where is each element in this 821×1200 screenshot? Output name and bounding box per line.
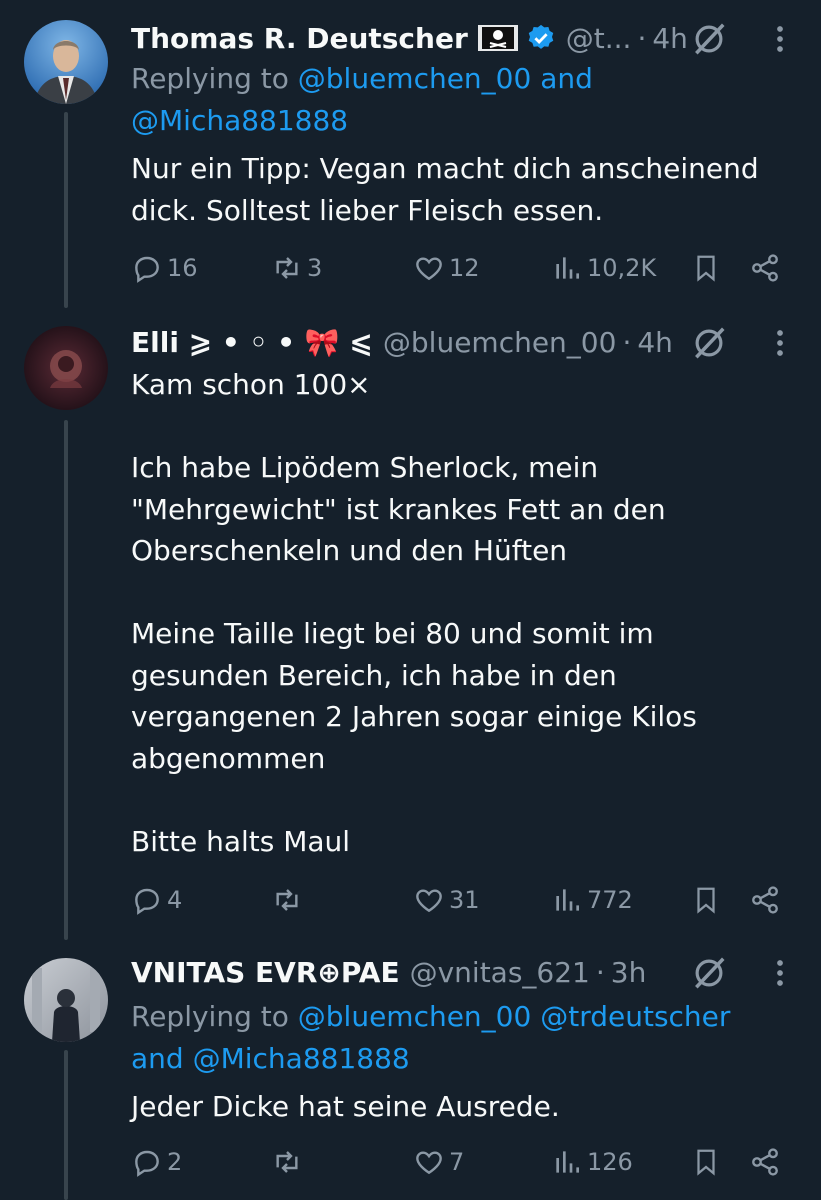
mention-link[interactable]: @trdeutscher	[540, 1000, 730, 1033]
tweet-text: Nur ein Tipp: Vegan macht dich anscheine…	[131, 152, 759, 227]
mention-link[interactable]: @Micha881888	[131, 104, 348, 137]
reply-button[interactable]: 16	[131, 248, 198, 288]
like-button[interactable]: 7	[413, 1142, 464, 1182]
separator-dot: ·	[595, 955, 605, 989]
author-name[interactable]: Elli ⩾ • ◦ • 🎀 ⩽	[131, 326, 373, 359]
timestamp[interactable]: 3h	[611, 956, 647, 989]
retweet-count: 3	[307, 254, 323, 282]
more-icon[interactable]	[774, 328, 786, 358]
action-bar: 4 31 772	[131, 880, 791, 920]
reply-button[interactable]: 2	[131, 1142, 182, 1182]
timestamp[interactable]: 4h	[652, 22, 688, 55]
verified-icon	[528, 24, 554, 49]
reply-button[interactable]: 4	[131, 880, 182, 920]
grok-icon[interactable]	[690, 324, 728, 362]
views-icon	[556, 1151, 579, 1173]
author-handle[interactable]: @vnitas_621	[410, 956, 590, 989]
like-count: 31	[449, 886, 480, 914]
reply-and: and	[131, 1042, 193, 1075]
mention-link[interactable]: @Micha881888	[193, 1042, 410, 1075]
bookmark-icon[interactable]	[691, 252, 721, 284]
tweet-text: Kam schon 100× Ich habe Lipödem Sherlock…	[131, 368, 697, 858]
like-icon	[416, 1151, 442, 1175]
reply-icon	[135, 888, 159, 915]
avatar[interactable]	[24, 958, 108, 1042]
author-handle[interactable]: @bluemchen_00	[383, 326, 617, 359]
separator-dot: ·	[637, 21, 647, 55]
like-icon	[416, 257, 442, 281]
timestamp[interactable]: 4h	[637, 326, 673, 359]
bookmark-icon[interactable]	[691, 1146, 721, 1178]
action-bar: 2 7 126	[131, 1142, 791, 1182]
retweet-button[interactable]: 3	[271, 248, 322, 288]
reply-icon	[135, 256, 159, 283]
avatar[interactable]	[24, 20, 108, 104]
reply-count: 4	[167, 886, 183, 914]
reply-prefix: Replying to	[131, 62, 298, 95]
reply-context: Replying to @bluemchen_00 and @Micha8818…	[131, 58, 761, 142]
view-count: 126	[587, 1148, 633, 1176]
views-button[interactable]: 10,2K	[551, 248, 656, 288]
bookmark-icon[interactable]	[691, 884, 721, 916]
reply-icon	[135, 1150, 159, 1177]
action-bar: 16 3 12 10,2K	[131, 248, 791, 288]
views-icon	[556, 257, 579, 279]
grok-icon[interactable]	[690, 20, 728, 58]
more-icon[interactable]	[774, 24, 786, 54]
separator-dot: ·	[622, 325, 632, 359]
views-button[interactable]: 126	[551, 1142, 633, 1182]
share-icon[interactable]	[749, 1146, 781, 1178]
views-button[interactable]: 772	[551, 880, 633, 920]
reply-prefix: Replying to	[131, 1000, 298, 1033]
reply-count: 16	[167, 254, 198, 282]
mention-link[interactable]: @bluemchen_00	[298, 1000, 532, 1033]
avatar-image	[24, 20, 108, 104]
reply-count: 2	[167, 1148, 183, 1176]
tweet[interactable]: Thomas R. Deutscher @t... · 4h Replying …	[0, 0, 821, 310]
author-handle[interactable]: @t...	[566, 22, 632, 55]
retweet-button[interactable]	[271, 1142, 307, 1182]
pirate-flag-icon	[477, 25, 518, 51]
like-count: 7	[449, 1148, 465, 1176]
views-icon	[556, 889, 579, 911]
retweet-icon	[276, 1151, 298, 1173]
retweet-icon	[276, 889, 298, 911]
avatar[interactable]	[24, 326, 108, 410]
like-button[interactable]: 31	[413, 880, 480, 920]
reply-and: and	[531, 62, 593, 95]
tweet[interactable]: VNITAS EVR⊕PAE @vnitas_621 · 3h Replying…	[0, 940, 821, 1200]
view-count: 10,2K	[587, 254, 657, 282]
like-count: 12	[449, 254, 480, 282]
share-icon[interactable]	[749, 884, 781, 916]
mention-link[interactable]: @bluemchen_00	[298, 62, 532, 95]
view-count: 772	[587, 886, 633, 914]
author-name[interactable]: VNITAS EVR⊕PAE	[131, 956, 400, 989]
share-icon[interactable]	[749, 252, 781, 284]
avatar-image	[24, 958, 108, 1042]
retweet-icon	[276, 257, 298, 279]
grok-icon[interactable]	[690, 954, 728, 992]
tweet-text: Jeder Dicke hat seine Ausrede.	[131, 1090, 560, 1123]
like-button[interactable]: 12	[413, 248, 480, 288]
reply-context: Replying to @bluemchen_00 @trdeutscher a…	[131, 996, 781, 1080]
more-icon[interactable]	[774, 958, 786, 988]
author-name[interactable]: Thomas R. Deutscher	[131, 22, 468, 55]
like-icon	[416, 889, 442, 913]
tweet[interactable]: Elli ⩾ • ◦ • 🎀 ⩽ @bluemchen_00 · 4h Kam …	[0, 310, 821, 940]
avatar-image	[24, 326, 108, 410]
retweet-button[interactable]	[271, 880, 307, 920]
